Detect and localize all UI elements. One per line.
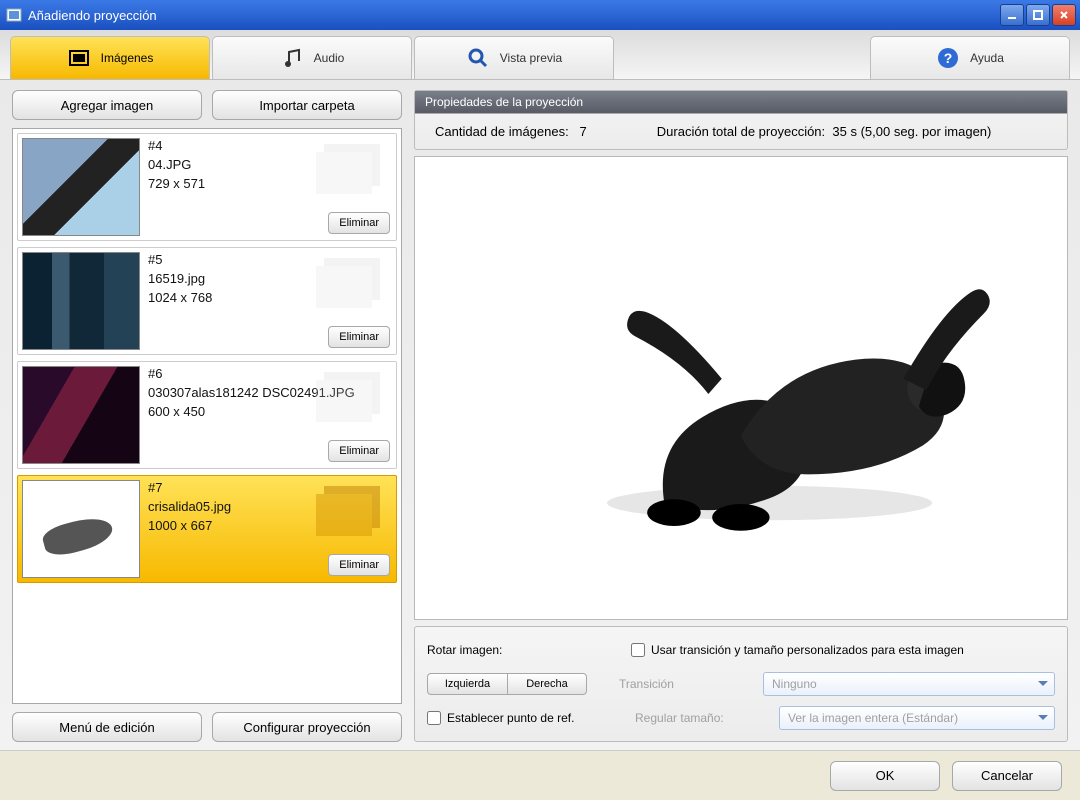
help-icon: ? bbox=[936, 46, 960, 70]
thumbnail bbox=[22, 252, 140, 350]
dialog-footer: OK Cancelar bbox=[0, 750, 1080, 800]
transition-label: Transición bbox=[619, 677, 749, 691]
tab-help-label: Ayuda bbox=[970, 51, 1004, 65]
add-image-button[interactable]: Agregar imagen bbox=[12, 90, 202, 120]
use-custom-transition-checkbox[interactable]: Usar transición y tamaño personalizados … bbox=[631, 643, 964, 657]
list-item[interactable]: #5 16519.jpg 1024 x 768 Eliminar bbox=[17, 247, 397, 355]
rotate-left-button[interactable]: Izquierda bbox=[427, 673, 507, 695]
audio-icon bbox=[280, 46, 304, 70]
list-item[interactable]: #4 04.JPG 729 x 571 Eliminar bbox=[17, 133, 397, 241]
image-list[interactable]: #4 04.JPG 729 x 571 Eliminar #5 16519.jp… bbox=[12, 128, 402, 704]
tab-audio[interactable]: Audio bbox=[212, 36, 412, 79]
delete-button[interactable]: Eliminar bbox=[328, 554, 390, 576]
properties-panel-title: Propiedades de la proyección bbox=[415, 91, 1067, 114]
thumbnail bbox=[22, 138, 140, 236]
edit-menu-button[interactable]: Menú de edición bbox=[12, 712, 202, 742]
thumbnail bbox=[22, 366, 140, 464]
preview-icon bbox=[466, 46, 490, 70]
import-folder-button[interactable]: Importar carpeta bbox=[212, 90, 402, 120]
titlebar: Añadiendo proyección bbox=[0, 0, 1080, 30]
ok-button[interactable]: OK bbox=[830, 761, 940, 791]
configure-projection-button[interactable]: Configurar proyección bbox=[212, 712, 402, 742]
slide-ghost-icon bbox=[310, 368, 390, 428]
resize-select[interactable]: Ver la imagen entera (Estándar) bbox=[779, 706, 1055, 730]
delete-button[interactable]: Eliminar bbox=[328, 326, 390, 348]
image-controls-panel: Rotar imagen: Usar transición y tamaño p… bbox=[414, 626, 1068, 742]
delete-button[interactable]: Eliminar bbox=[328, 212, 390, 234]
delete-button[interactable]: Eliminar bbox=[328, 440, 390, 462]
slide-ghost-icon bbox=[310, 482, 390, 542]
transition-select[interactable]: Ninguno bbox=[763, 672, 1055, 696]
duration-label: Duración total de proyección: bbox=[657, 124, 825, 139]
image-count-label: Cantidad de imágenes: bbox=[435, 124, 569, 139]
window-close-button[interactable] bbox=[1052, 4, 1076, 26]
resize-label: Regular tamaño: bbox=[635, 711, 765, 725]
tab-preview[interactable]: Vista previa bbox=[414, 36, 614, 79]
tabbar: Imágenes Audio Vista previa ? Ayuda bbox=[0, 30, 1080, 80]
set-ref-point-checkbox[interactable]: Establecer punto de ref. bbox=[427, 711, 603, 725]
left-column: Agregar imagen Importar carpeta #4 04.JP… bbox=[12, 90, 402, 742]
use-custom-transition-input[interactable] bbox=[631, 643, 645, 657]
thumbnail bbox=[22, 480, 140, 578]
window-maximize-button[interactable] bbox=[1026, 4, 1050, 26]
tab-audio-label: Audio bbox=[314, 51, 345, 65]
slide-ghost-icon bbox=[310, 140, 390, 200]
image-preview bbox=[414, 156, 1068, 620]
properties-panel: Propiedades de la proyección Cantidad de… bbox=[414, 90, 1068, 150]
right-column: Propiedades de la proyección Cantidad de… bbox=[414, 90, 1068, 742]
cancel-button[interactable]: Cancelar bbox=[952, 761, 1062, 791]
svg-text:?: ? bbox=[944, 50, 953, 66]
duration-value: 35 s (5,00 seg. por imagen) bbox=[832, 124, 991, 139]
set-ref-point-input[interactable] bbox=[427, 711, 441, 725]
window-minimize-button[interactable] bbox=[1000, 4, 1024, 26]
window-title: Añadiendo proyección bbox=[28, 8, 998, 23]
rotate-label: Rotar imagen: bbox=[427, 643, 527, 657]
images-icon bbox=[67, 46, 91, 70]
list-item[interactable]: #7 crisalida05.jpg 1000 x 667 Eliminar bbox=[17, 475, 397, 583]
set-ref-point-label: Establecer punto de ref. bbox=[447, 711, 574, 725]
app-icon bbox=[6, 7, 22, 23]
use-custom-transition-label: Usar transición y tamaño personalizados … bbox=[651, 643, 964, 657]
image-count-value: 7 bbox=[580, 124, 587, 139]
rotate-right-button[interactable]: Derecha bbox=[507, 673, 587, 695]
list-item[interactable]: #6 030307alas181242 DSC02491.JPG 600 x 4… bbox=[17, 361, 397, 469]
rotate-segment: Izquierda Derecha bbox=[427, 673, 587, 695]
tab-help[interactable]: ? Ayuda bbox=[870, 36, 1070, 79]
tab-images[interactable]: Imágenes bbox=[10, 36, 210, 79]
slide-ghost-icon bbox=[310, 254, 390, 314]
tab-images-label: Imágenes bbox=[101, 51, 154, 65]
tab-preview-label: Vista previa bbox=[500, 51, 562, 65]
